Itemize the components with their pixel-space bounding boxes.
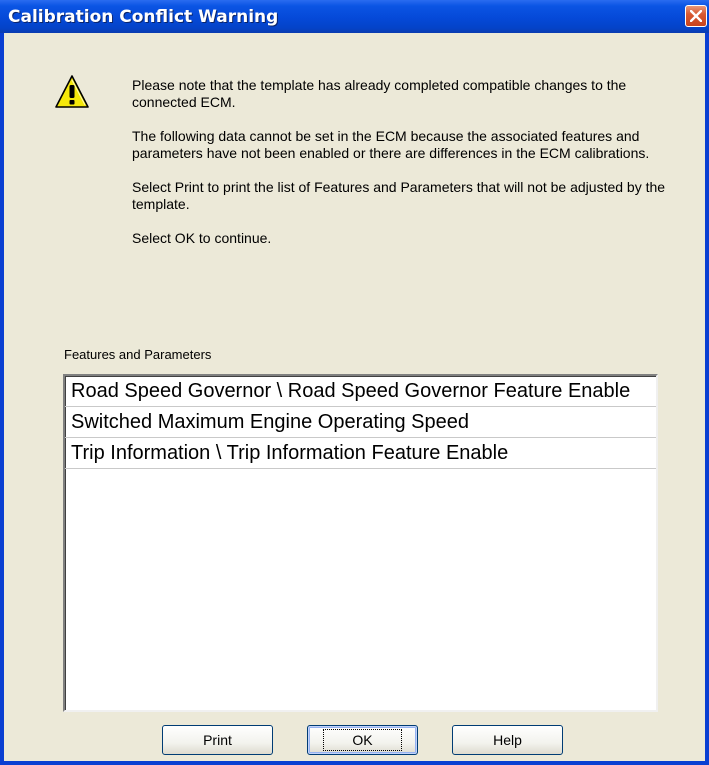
print-button-label: Print (203, 732, 232, 748)
warning-message: Please note that the template has alread… (132, 77, 667, 264)
close-button[interactable] (685, 5, 707, 27)
list-item[interactable]: Trip Information \ Trip Information Feat… (65, 438, 656, 469)
message-paragraph-4: Select OK to continue. (132, 230, 272, 246)
help-button-label: Help (493, 732, 522, 748)
list-item[interactable]: Switched Maximum Engine Operating Speed (65, 407, 656, 438)
message-paragraph-3: Select Print to print the list of Featur… (132, 179, 666, 212)
print-button[interactable]: Print (162, 725, 273, 755)
ok-button[interactable]: OK (307, 725, 418, 755)
warning-icon (55, 75, 89, 108)
message-paragraph-2: The following data cannot be set in the … (132, 128, 650, 161)
title-bar[interactable]: Calibration Conflict Warning (0, 0, 709, 33)
window-title: Calibration Conflict Warning (8, 7, 279, 27)
features-parameters-list[interactable]: Road Speed Governor \ Road Speed Governo… (63, 374, 658, 712)
list-label: Features and Parameters (64, 347, 212, 362)
close-icon (690, 10, 702, 22)
help-button[interactable]: Help (452, 725, 563, 755)
button-row: Print OK Help (4, 725, 705, 755)
dialog-window: Calibration Conflict Warning Please note… (0, 0, 709, 765)
message-paragraph-1: Please note that the template has alread… (132, 77, 627, 110)
dialog-body: Please note that the template has alread… (4, 33, 705, 761)
ok-button-label: OK (323, 729, 402, 751)
list-item[interactable]: Road Speed Governor \ Road Speed Governo… (65, 376, 656, 407)
